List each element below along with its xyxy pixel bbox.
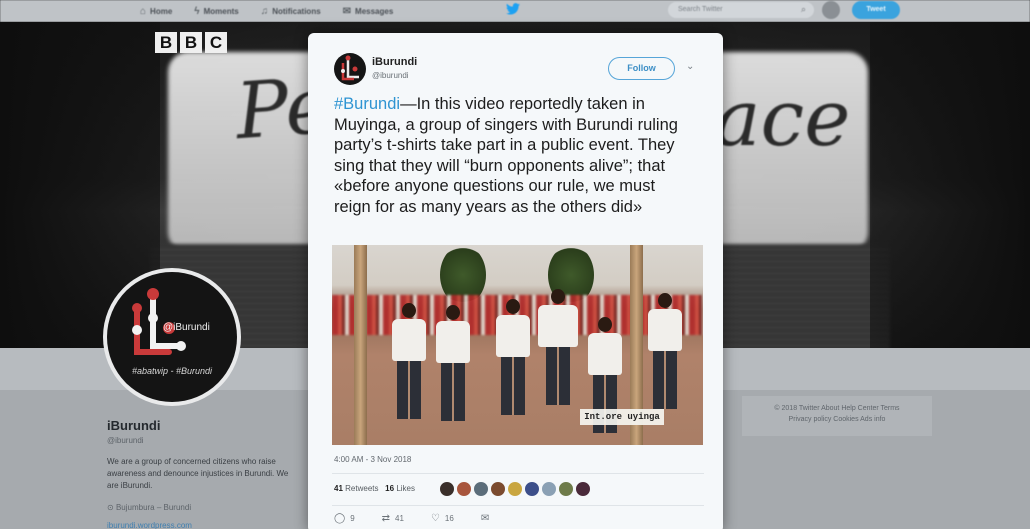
footer-line-1[interactable]: © 2018 Twitter About Help Center Terms <box>742 403 932 414</box>
profile-link[interactable]: iburundi.wordpress.com <box>107 521 192 529</box>
nav-moments-label: Moments <box>203 6 239 16</box>
liker-avatar[interactable] <box>575 481 591 497</box>
follow-button[interactable]: Follow <box>608 57 675 80</box>
top-navigation-bar: ⌂ Home ϟ Moments ♫ Notifications ✉ Messa… <box>0 0 1030 22</box>
nav-notifications-label: Notifications <box>272 6 321 16</box>
nav-messages[interactable]: ✉ Messages <box>343 6 394 17</box>
liker-avatar[interactable] <box>524 481 540 497</box>
liker-avatar[interactable] <box>558 481 574 497</box>
profile-location-text: Bujumbura – Burundi <box>115 503 192 512</box>
search-placeholder: Search Twitter <box>678 6 723 13</box>
twitter-footer-links: © 2018 Twitter About Help Center Terms P… <box>742 396 932 436</box>
video-caption: Int.ore uyinga <box>580 409 664 425</box>
logo-letter: B <box>155 32 177 53</box>
liker-avatar[interactable] <box>490 481 506 497</box>
tweet-author-avatar[interactable] <box>334 53 366 85</box>
direct-message-button[interactable]: ✉ <box>481 513 489 524</box>
like-count: 16 <box>444 514 454 523</box>
likes-count[interactable]: 16 <box>385 484 394 493</box>
tweet-author-name[interactable]: iBurundi <box>372 56 417 68</box>
retweets-count[interactable]: 41 <box>334 484 343 493</box>
bell-icon: ♫ <box>260 5 269 17</box>
tweet-author-handle[interactable]: @iburundi <box>372 71 409 80</box>
logo-letter: C <box>205 32 227 53</box>
profile-avatar-image: @iBurundi #abatwip - #Burundi <box>107 272 237 402</box>
avatar-handle-text: @iBurundi <box>163 322 210 333</box>
nav-notifications[interactable]: ♫ Notifications <box>261 6 321 17</box>
location-pin-icon: ⊙ <box>107 503 116 512</box>
nav-home-label: Home <box>150 6 173 16</box>
logo-letter: B <box>180 32 202 53</box>
tweet-video[interactable]: Int.ore uyinga <box>332 245 703 445</box>
nav-messages-label: Messages <box>355 6 394 16</box>
retweets-label[interactable]: Retweets <box>345 484 378 493</box>
liker-avatar[interactable] <box>541 481 557 497</box>
vignette-right <box>870 22 1030 362</box>
home-icon: ⌂ <box>140 5 147 17</box>
tweet-button[interactable]: Tweet <box>852 1 900 19</box>
broadcaster-logo: B B C <box>155 32 227 53</box>
video-singer <box>436 305 470 421</box>
tweet-actions: ◯ 9 ⇄ 41 ♡ 16 ✉ <box>334 513 489 524</box>
retweet-button[interactable]: ⇄ 41 <box>382 513 404 524</box>
video-singer <box>496 299 530 415</box>
likes-label[interactable]: Likes <box>396 484 415 493</box>
video-singer <box>392 303 426 419</box>
video-singer <box>648 293 682 409</box>
reply-button[interactable]: ◯ 9 <box>334 513 355 524</box>
header-script-right: ace <box>714 74 851 164</box>
tweet-text: #Burundi—In this video reportedly taken … <box>334 94 690 218</box>
profile-avatar[interactable]: @iBurundi #abatwip - #Burundi <box>103 268 241 406</box>
tweet-body: —In this video reportedly taken in Muyin… <box>334 95 678 216</box>
retweet-count: 41 <box>395 514 404 523</box>
search-input[interactable]: Search Twitter ⌕ <box>668 2 814 18</box>
profile-bio: We are a group of concerned citizens who… <box>107 457 289 490</box>
mail-icon: ✉ <box>342 5 352 17</box>
moments-icon: ϟ <box>194 5 200 17</box>
video-pole <box>354 245 367 445</box>
like-button[interactable]: ♡ 16 <box>431 513 454 524</box>
profile-name: iBurundi <box>107 418 161 433</box>
liker-avatar[interactable] <box>507 481 523 497</box>
retweet-icon: ⇄ <box>381 513 391 524</box>
iburundi-logo-icon <box>341 55 359 81</box>
divider <box>332 505 704 506</box>
profile-handle: @iburundi <box>107 436 144 445</box>
tweet-timestamp[interactable]: 4:00 AM - 3 Nov 2018 <box>334 455 411 464</box>
footer-line-2[interactable]: Privacy policy Cookies Ads info <box>742 414 932 425</box>
profile-location: ⊙ Bujumbura – Burundi <box>107 503 191 512</box>
search-icon: ⌕ <box>800 4 806 14</box>
tweet-card: iBurundi @iburundi Follow ⌄ #Burundi—In … <box>308 33 723 529</box>
tweet-stats: 41 Retweets 16 Likes <box>334 484 415 493</box>
nav-home[interactable]: ⌂ Home <box>140 6 172 17</box>
account-avatar[interactable] <box>822 1 840 19</box>
chevron-down-icon[interactable]: ⌄ <box>686 61 694 72</box>
liker-avatar[interactable] <box>439 481 455 497</box>
video-singer <box>538 289 578 405</box>
dm-icon: ✉ <box>480 513 490 524</box>
divider <box>332 473 704 474</box>
liker-avatar[interactable] <box>473 481 489 497</box>
liker-avatar[interactable] <box>456 481 472 497</box>
reply-icon: ◯ <box>334 513 346 524</box>
twitter-bird-icon[interactable] <box>506 3 520 18</box>
avatar-hashtags: #abatwip - #Burundi <box>131 366 213 376</box>
liker-avatars <box>439 481 591 497</box>
hashtag-link[interactable]: #Burundi <box>334 95 400 113</box>
like-icon: ♡ <box>430 513 440 524</box>
nav-moments[interactable]: ϟ Moments <box>194 6 238 17</box>
reply-count: 9 <box>350 514 355 523</box>
